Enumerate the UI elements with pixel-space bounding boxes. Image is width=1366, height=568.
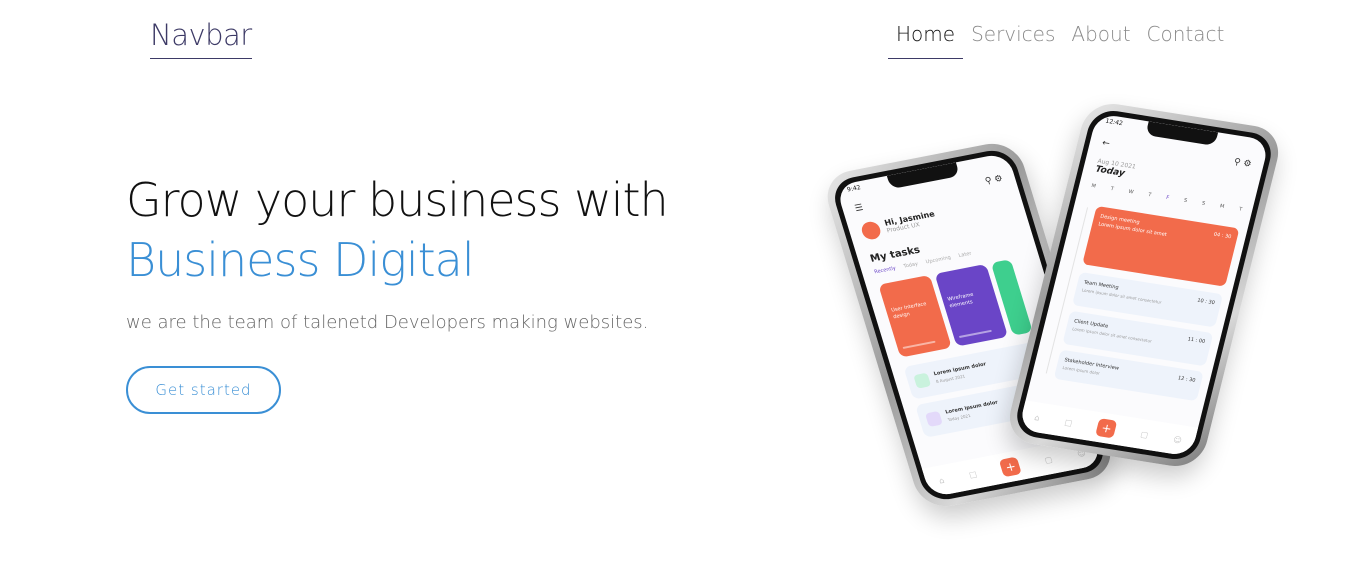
hero-title: Grow your business with Business Digital [126, 170, 669, 290]
weekday: T [1238, 206, 1243, 213]
status-time: 12:42 [1104, 117, 1124, 128]
add-icon: + [999, 456, 1023, 478]
file-icon: ▢ [1043, 454, 1054, 465]
status-time: 9:42 [846, 184, 862, 194]
phone-mockup-image: 9:42 ☰ ⚲ ⚙ Hi, Jasmine Product UX My tas… [820, 95, 1285, 535]
event-sub: Lorem ipsum dolor [1062, 365, 1101, 376]
add-icon: + [1095, 418, 1118, 439]
weekday: S [1201, 200, 1206, 207]
phone-notch [1145, 121, 1219, 146]
weekday: M [1090, 182, 1097, 190]
home-icon: ⌂ [1033, 412, 1041, 423]
brand-logo[interactable]: Navbar [150, 18, 252, 59]
hero-subtitle: we are the team of talenetd Developers m… [126, 312, 649, 333]
greeting: Hi, Jasmine Product UX [883, 209, 938, 234]
tab-recently: Recently [873, 265, 897, 276]
arrow-left-icon: ← [1100, 138, 1111, 150]
task-card-title: User Interface design [890, 301, 928, 321]
search-icon: ⚲ ⚙ [1232, 157, 1253, 170]
hero-title-line1: Grow your business with [126, 173, 669, 227]
get-started-button[interactable]: Get started [126, 366, 281, 414]
phone-notch [886, 162, 960, 190]
menu-icon: ☰ [853, 203, 865, 215]
tab-today: Today [902, 261, 919, 270]
nav-link-home[interactable]: Home [888, 22, 964, 59]
hero-title-line2: Business Digital [126, 233, 475, 287]
main-nav: Home Services About Contact [888, 22, 1232, 59]
weekday: T [1109, 186, 1115, 193]
user-icon: ☺ [1172, 434, 1183, 445]
weekday: F [1165, 194, 1170, 202]
weekday: T [1147, 191, 1152, 199]
avatar [859, 220, 883, 241]
tab-upcoming: Upcoming [925, 254, 952, 266]
file-icon: ▢ [1139, 429, 1150, 440]
weekday: S [1183, 197, 1188, 204]
search-icon: ⚲ ⚙ [983, 173, 1005, 187]
calendar-icon: □ [1063, 417, 1074, 428]
document-icon [913, 372, 932, 389]
task-cards: User Interface design Wireframe elements [878, 259, 1033, 358]
nav-link-about[interactable]: About [1063, 22, 1138, 59]
progress-bar [958, 329, 992, 339]
phone-right: 12:42 ← ⚲ ⚙ Aug 10 2021 Today M T W T F … [1003, 99, 1285, 471]
weekday: M [1219, 203, 1225, 210]
event-sub: Lorem ipsum dolor sit amet consectetur [1071, 326, 1153, 344]
progress-bar [902, 340, 936, 349]
calendar-icon: □ [967, 469, 978, 480]
home-icon: ⌂ [937, 475, 946, 486]
tab-later: Later [957, 250, 973, 259]
nav-link-contact[interactable]: Contact [1139, 22, 1233, 59]
event-card: Design meeting 04 : 30 Lorem ipsum dolor… [1082, 205, 1240, 287]
document-icon [924, 410, 943, 427]
date-header: Aug 10 2021 Today [1094, 158, 1136, 181]
nav-link-services[interactable]: Services [963, 22, 1063, 59]
event-sub: Lorem ipsum dolor sit amet consectetur [1081, 287, 1162, 305]
task-card-title: Wireframe elements [946, 291, 975, 310]
weekday: W [1127, 188, 1135, 196]
event-sub: Lorem ipsum dolor sit amet [1097, 221, 1168, 239]
